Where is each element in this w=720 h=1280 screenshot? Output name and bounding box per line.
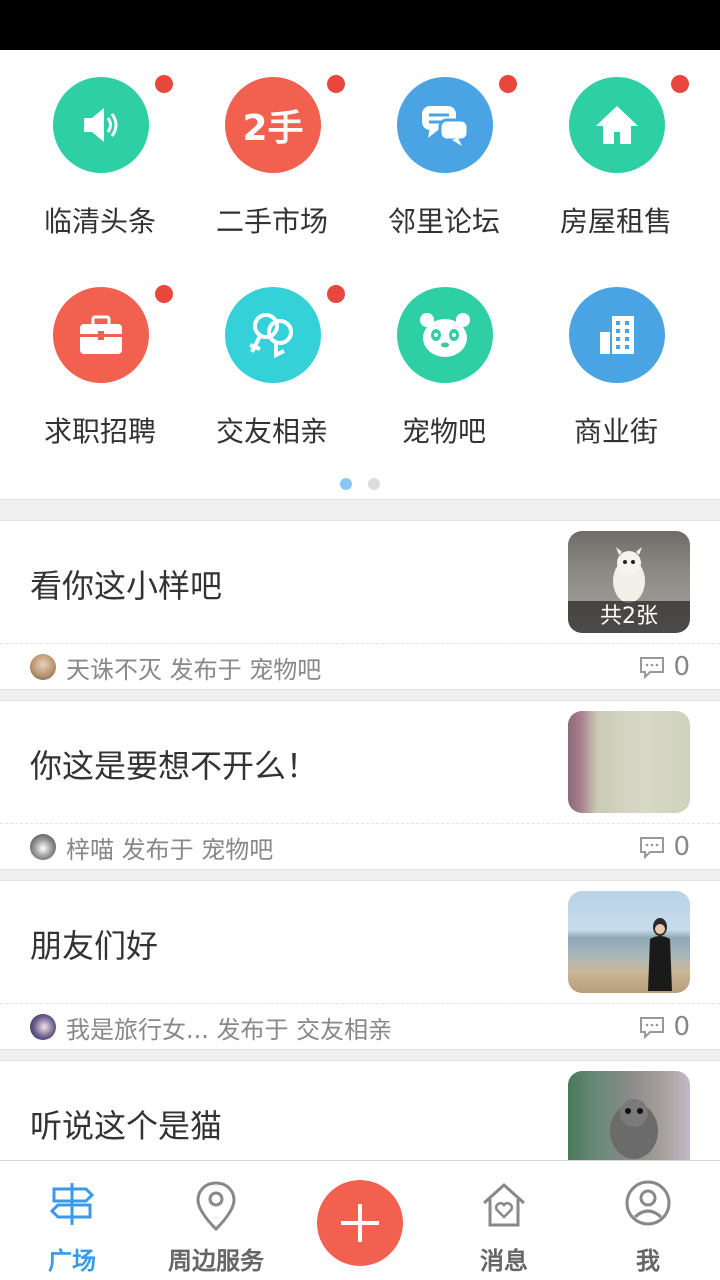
comment-icon	[640, 837, 665, 859]
comment-count[interactable]: 0	[639, 831, 690, 863]
briefcase-icon	[53, 287, 149, 383]
tab-nearby-services[interactable]: 周边服务	[144, 1161, 288, 1280]
divider	[0, 643, 720, 644]
category-grid: 临清头条 2手 二手市场 邻里论坛 房屋租售 求职招聘 交友相亲 宠物吧 商业街	[0, 50, 720, 500]
tab-square[interactable]: 广场	[0, 1161, 144, 1280]
location-pin-icon	[196, 1181, 236, 1232]
tab-label: 我	[636, 1247, 660, 1275]
post-author[interactable]: 我是旅行女...	[66, 1010, 209, 1045]
comment-icon	[640, 1017, 665, 1039]
comment-count-value: 0	[673, 832, 690, 862]
post-title[interactable]: 朋友们好	[30, 921, 158, 967]
category-label: 交友相亲	[215, 415, 328, 448]
category-label: 商业街	[573, 415, 658, 448]
divider	[0, 823, 720, 824]
category-label: 二手市场	[215, 205, 328, 238]
house-heart-icon	[482, 1182, 526, 1227]
comment-count[interactable]: 0	[639, 651, 690, 683]
comment-count-value: 0	[673, 652, 690, 682]
category-housing[interactable]: 房屋租售	[516, 50, 696, 250]
category-headlines[interactable]: 临清头条	[0, 50, 180, 250]
notification-dot	[499, 75, 517, 93]
category-pets[interactable]: 宠物吧	[344, 260, 524, 460]
tab-me[interactable]: 我	[576, 1161, 720, 1280]
divider	[0, 1003, 720, 1004]
notification-dot	[671, 75, 689, 93]
post-board[interactable]: 宠物吧	[201, 830, 273, 865]
category-second-hand[interactable]: 2手 二手市场	[172, 50, 352, 250]
notification-dot	[155, 75, 173, 93]
comment-count-value: 0	[673, 1012, 690, 1042]
post-title[interactable]: 听说这个是猫	[30, 1101, 222, 1147]
post-board[interactable]: 交友相亲	[296, 1010, 392, 1045]
category-label: 临清头条	[43, 205, 156, 238]
post-card[interactable]: 你这是要想不开么！ 梓喵 发布于 宠物吧 0	[0, 700, 720, 870]
category-label: 求职招聘	[43, 415, 156, 448]
chat-bubbles-icon	[397, 77, 493, 173]
second-hand-icon: 2手	[225, 77, 321, 173]
house-icon	[569, 77, 665, 173]
speaker-icon	[53, 77, 149, 173]
post-thumbnail[interactable]: 共2张	[568, 531, 690, 633]
comment-count[interactable]: 0	[639, 1011, 690, 1043]
status-bar	[0, 0, 720, 50]
category-dating[interactable]: 交友相亲	[172, 260, 352, 460]
post-title[interactable]: 看你这小样吧	[30, 561, 222, 607]
published-in-label: 发布于	[121, 835, 194, 864]
post-title[interactable]: 你这是要想不开么！	[30, 741, 318, 787]
panda-icon	[397, 287, 493, 383]
plus-icon	[341, 1204, 379, 1242]
tab-label: 周边服务	[168, 1247, 264, 1275]
tab-label: 消息	[480, 1247, 528, 1275]
category-business[interactable]: 商业街	[516, 260, 696, 460]
post-thumbnail[interactable]	[568, 711, 690, 813]
avatar[interactable]	[30, 834, 56, 860]
create-post-button[interactable]	[317, 1180, 403, 1266]
signpost-icon	[49, 1183, 95, 1225]
buildings-icon	[569, 287, 665, 383]
category-label: 房屋租售	[559, 205, 672, 238]
image-count-caption: 共2张	[568, 601, 690, 633]
category-forum[interactable]: 邻里论坛	[344, 50, 524, 250]
post-author[interactable]: 梓喵	[66, 830, 114, 865]
post-card[interactable]: 朋友们好 我是旅行女... 发布于 交友相亲 0	[0, 880, 720, 1050]
post-meta: 我是旅行女... 发布于 交友相亲	[30, 1010, 392, 1045]
notification-dot	[327, 75, 345, 93]
category-label: 宠物吧	[401, 415, 486, 448]
page-dot-active	[340, 478, 352, 490]
avatar[interactable]	[30, 654, 56, 680]
post-meta: 天诛不灭 发布于 宠物吧	[30, 650, 321, 685]
avatar[interactable]	[30, 1014, 56, 1040]
published-in-label: 发布于	[216, 1015, 289, 1044]
category-label: 邻里论坛	[387, 205, 500, 238]
post-author[interactable]: 天诛不灭	[66, 650, 162, 685]
comment-icon	[640, 657, 665, 679]
page-indicator	[0, 475, 720, 490]
person-icon	[625, 1180, 671, 1226]
post-meta: 梓喵 发布于 宠物吧	[30, 830, 273, 865]
tab-label: 广场	[48, 1247, 96, 1275]
post-thumbnail[interactable]	[568, 1071, 690, 1173]
notification-dot	[155, 285, 173, 303]
post-card[interactable]: 看你这小样吧 共2张 天诛不灭 发布于 宠物吧 0	[0, 520, 720, 690]
category-jobs[interactable]: 求职招聘	[0, 260, 180, 460]
page-dot	[368, 478, 380, 490]
tab-messages[interactable]: 消息	[432, 1161, 576, 1280]
post-thumbnail[interactable]	[568, 891, 690, 993]
notification-dot	[327, 285, 345, 303]
post-board[interactable]: 宠物吧	[249, 650, 321, 685]
couple-icon	[225, 287, 321, 383]
published-in-label: 发布于	[169, 655, 242, 684]
